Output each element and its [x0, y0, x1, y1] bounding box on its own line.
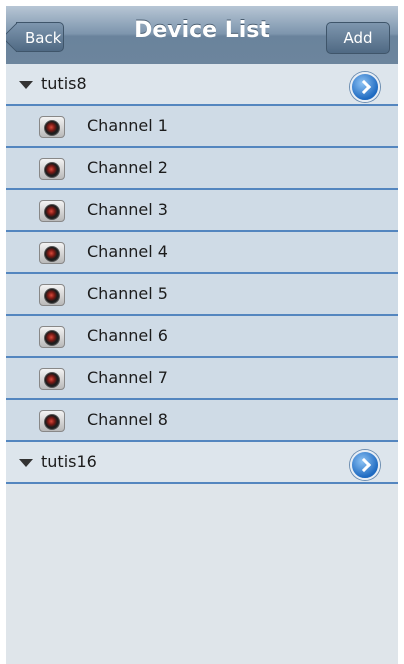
channel-label: Channel 8 [87, 410, 168, 429]
camera-icon [39, 156, 65, 180]
camera-icon [39, 408, 65, 432]
channel-label: Channel 5 [87, 284, 168, 303]
channel-label: Channel 3 [87, 200, 168, 219]
channel-label: Channel 7 [87, 368, 168, 387]
expand-triangle-icon[interactable] [19, 459, 33, 467]
navigation-bar: Back Device List Add [6, 6, 398, 65]
expand-triangle-icon[interactable] [19, 81, 33, 89]
channel-label: Channel 2 [87, 158, 168, 177]
channel-row[interactable]: Channel 6 [6, 316, 398, 358]
channel-row[interactable]: Channel 4 [6, 232, 398, 274]
device-detail-icon[interactable] [350, 72, 380, 102]
device-name: tutis16 [41, 452, 97, 471]
add-device-button[interactable]: Add [326, 22, 390, 54]
channel-row[interactable]: Channel 1 [6, 106, 398, 148]
channel-row[interactable]: Channel 7 [6, 358, 398, 400]
device-list: tutis8 Channel 1 Channel 2 Channel 3 Cha… [6, 64, 398, 484]
channel-row[interactable]: Channel 2 [6, 148, 398, 190]
device-group-row[interactable]: tutis16 [6, 442, 398, 484]
channel-row[interactable]: Channel 8 [6, 400, 398, 442]
channel-label: Channel 6 [87, 326, 168, 345]
channel-label: Channel 1 [87, 116, 168, 135]
camera-icon [39, 282, 65, 306]
camera-icon [39, 240, 65, 264]
channel-row[interactable]: Channel 3 [6, 190, 398, 232]
device-detail-icon[interactable] [350, 450, 380, 480]
device-group-row[interactable]: tutis8 [6, 64, 398, 106]
camera-icon [39, 324, 65, 348]
camera-icon [39, 114, 65, 138]
device-list-screen: Back Device List Add tutis8 Channel 1 Ch… [6, 6, 398, 664]
device-name: tutis8 [41, 74, 87, 93]
channel-label: Channel 4 [87, 242, 168, 261]
channel-row[interactable]: Channel 5 [6, 274, 398, 316]
camera-icon [39, 198, 65, 222]
camera-icon [39, 366, 65, 390]
